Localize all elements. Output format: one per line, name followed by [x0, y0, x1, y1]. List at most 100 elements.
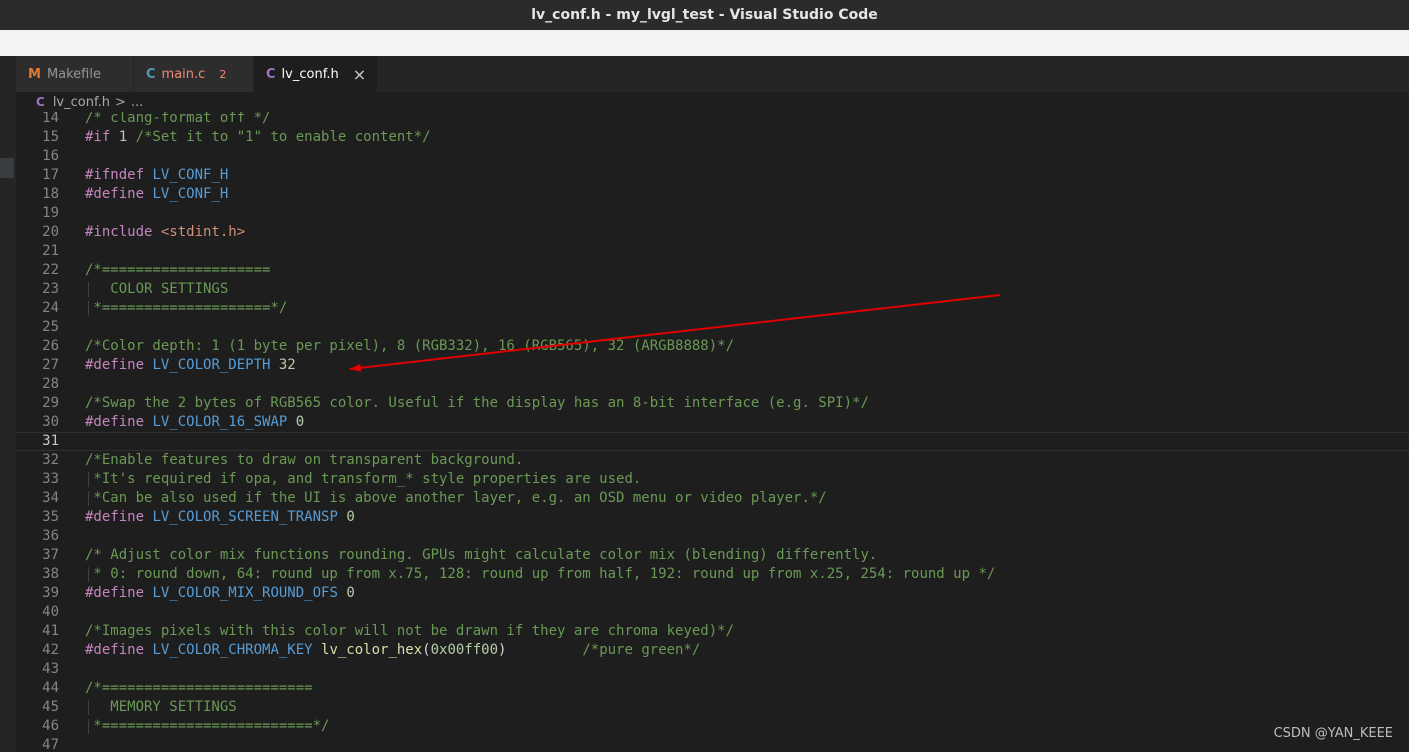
code-text: *=========================*/ — [85, 717, 329, 736]
code-line[interactable]: 28 — [16, 375, 1409, 394]
code-line[interactable]: 18 #define LV_CONF_H — [16, 185, 1409, 204]
code-token: /*Set it to "1" to enable content*/ — [135, 129, 431, 145]
code-token: * 0: round down, 64: round up from x.75,… — [85, 566, 996, 582]
line-number: 25 — [42, 319, 59, 335]
code-token: <stdint.h> — [160, 224, 246, 240]
code-line[interactable]: 30 #define LV_COLOR_16_SWAP 0 — [16, 413, 1409, 432]
code-line[interactable]: 15 #if 1 /*Set it to "1" to enable conten… — [16, 128, 1409, 147]
code-text: #define LV_CONF_H — [85, 185, 228, 204]
code-line[interactable]: 20 #include <stdint.h> — [16, 223, 1409, 242]
code-token: *It's required if opa, and transform_* s… — [85, 471, 642, 487]
c-header-icon: C — [266, 66, 276, 82]
code-token: LV_CONF_H — [152, 186, 229, 202]
menu-bar — [0, 30, 1409, 56]
code-token: /*Swap the 2 bytes of RGB565 color. Usef… — [85, 395, 869, 411]
code-line[interactable]: 25 — [16, 318, 1409, 337]
code-line[interactable]: 35 #define LV_COLOR_SCREEN_TRANSP 0 — [16, 508, 1409, 527]
code-line[interactable]: 39 #define LV_COLOR_MIX_ROUND_OFS 0 — [16, 584, 1409, 603]
code-line[interactable]: 14 /* clang-format off */ — [16, 112, 1409, 128]
line-number: 21 — [42, 243, 59, 259]
tab-main-c[interactable]: C main.c 2 — [134, 56, 254, 92]
line-number: 43 — [42, 661, 59, 677]
breadcrumb-symbols[interactable]: ... — [131, 95, 143, 110]
code-line[interactable]: 19 — [16, 204, 1409, 223]
code-line[interactable]: 43 — [16, 660, 1409, 679]
code-line[interactable]: 33 *It's required if opa, and transform_… — [16, 470, 1409, 489]
code-text: /*========================= — [85, 679, 313, 698]
code-text: #ifndef LV_CONF_H — [85, 166, 228, 185]
code-line[interactable]: 34 *Can be also used if the UI is above … — [16, 489, 1409, 508]
code-line[interactable]: 29 /*Swap the 2 bytes of RGB565 color. Us… — [16, 394, 1409, 413]
code-line[interactable]: 41 /*Images pixels with this color will n… — [16, 622, 1409, 641]
code-line[interactable]: 40 — [16, 603, 1409, 622]
line-number: 18 — [42, 186, 59, 202]
code-line[interactable]: 26 /*Color depth: 1 (1 byte per pixel), 8… — [16, 337, 1409, 356]
tab-lv-conf-h[interactable]: C lv_conf.h × — [254, 56, 378, 92]
line-number: 47 — [42, 737, 59, 752]
code-text: MEMORY SETTINGS — [85, 698, 237, 717]
line-number: 38 — [42, 566, 59, 582]
code-text: /*Images pixels with this color will not… — [85, 622, 734, 641]
code-line[interactable]: 44 /*========================= — [16, 679, 1409, 698]
line-number: 28 — [42, 376, 59, 392]
line-number: 17 — [42, 167, 59, 183]
code-line[interactable]: 22 /*==================== — [16, 261, 1409, 280]
code-line[interactable]: 31 — [16, 432, 1409, 451]
editor-tab-bar: M Makefile C main.c 2 C lv_conf.h × — [16, 56, 1409, 92]
code-line[interactable]: 32 /*Enable features to draw on transpare… — [16, 451, 1409, 470]
code-editor[interactable]: 14 /* clang-format off */ 15 #if 1 /*Set it… — [16, 112, 1409, 752]
code-token: LV_COLOR_16_SWAP — [152, 414, 296, 430]
line-number: 19 — [42, 205, 59, 221]
tab-makefile[interactable]: M Makefile — [16, 56, 134, 92]
code-line[interactable]: 45 MEMORY SETTINGS — [16, 698, 1409, 717]
code-line[interactable]: 23 COLOR SETTINGS — [16, 280, 1409, 299]
code-token: /*Enable features to draw on transparent… — [85, 452, 524, 468]
code-token: /* clang-format off */ — [85, 112, 271, 126]
code-token: 1 — [118, 129, 136, 145]
breadcrumb-file[interactable]: lv_conf.h — [53, 95, 110, 110]
code-token: #define — [85, 509, 153, 525]
code-text: * 0: round down, 64: round up from x.75,… — [85, 565, 995, 584]
code-text: #include <stdint.h> — [85, 223, 245, 242]
code-token: #define — [85, 414, 153, 430]
code-token: MEMORY SETTINGS — [85, 699, 237, 715]
line-number: 36 — [42, 528, 59, 544]
tab-label: main.c — [161, 66, 206, 82]
code-token: lv_color_hex — [321, 642, 423, 658]
code-line[interactable]: 17 #ifndef LV_CONF_H — [16, 166, 1409, 185]
code-line[interactable]: 42 #define LV_COLOR_CHROMA_KEY lv_color_h… — [16, 641, 1409, 660]
close-tab-icon[interactable]: × — [353, 65, 366, 84]
code-token: /*Images pixels with this color will not… — [85, 623, 735, 639]
code-text: *It's required if opa, and transform_* s… — [85, 470, 641, 489]
code-text: COLOR SETTINGS — [85, 280, 228, 299]
code-token: 0 — [295, 414, 305, 430]
line-number: 40 — [42, 604, 59, 620]
line-number: 30 — [42, 414, 59, 430]
code-line[interactable]: 16 — [16, 147, 1409, 166]
breadcrumb: C lv_conf.h > ... — [16, 92, 1409, 112]
code-line[interactable]: 38 * 0: round down, 64: round up from x.… — [16, 565, 1409, 584]
code-text: /*Enable features to draw on transparent… — [85, 451, 523, 470]
line-number: 33 — [42, 471, 59, 487]
code-line[interactable]: 37 /* Adjust color mix functions rounding… — [16, 546, 1409, 565]
code-line[interactable]: 47 — [16, 736, 1409, 752]
code-token: #define — [85, 642, 153, 658]
code-line[interactable]: 46 *=========================*/ — [16, 717, 1409, 736]
code-token: /*pure green*/ — [582, 642, 701, 658]
code-line[interactable]: 27 #define LV_COLOR_DEPTH 32 — [16, 356, 1409, 375]
problem-count-badge: 2 — [219, 67, 227, 81]
line-number: 31 — [42, 433, 59, 449]
code-token: /* Adjust color mix functions rounding. … — [85, 547, 878, 563]
code-token: *Can be also used if the UI is above ano… — [85, 490, 827, 506]
chevron-right-icon: > — [114, 94, 126, 110]
code-token: #ifndef — [85, 167, 153, 183]
line-number: 22 — [42, 262, 59, 278]
line-number: 46 — [42, 718, 59, 734]
code-token: /*==================== — [85, 262, 271, 278]
code-token: LV_COLOR_CHROMA_KEY — [152, 642, 322, 658]
code-line[interactable]: 21 — [16, 242, 1409, 261]
code-line[interactable]: 36 — [16, 527, 1409, 546]
c-header-icon: C — [36, 95, 45, 109]
code-line[interactable]: 24 *====================*/ — [16, 299, 1409, 318]
